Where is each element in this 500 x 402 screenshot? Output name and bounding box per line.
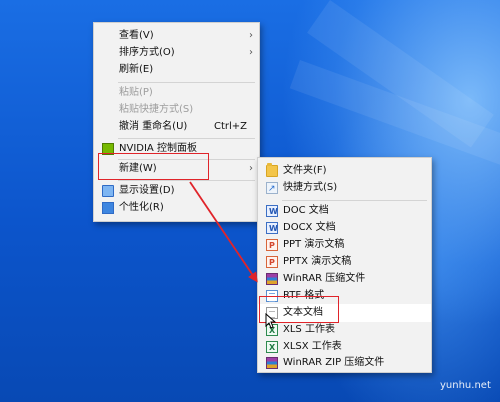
menu-item-label: 排序方式(O) — [119, 47, 175, 58]
chevron-right-icon: › — [249, 47, 253, 58]
menu-item-label: 查看(V) — [119, 30, 154, 41]
docx-icon — [266, 220, 278, 238]
watermark-text: yunhu.net — [440, 380, 491, 391]
chevron-right-icon: › — [249, 163, 253, 174]
menu-separator — [118, 180, 255, 181]
desktop-context-menu: 查看(V) › 排序方式(O) › 刷新(E) 粘贴(P) 粘贴快捷方式(S) … — [93, 22, 260, 222]
menu-item-refresh[interactable]: 刷新(E) — [94, 61, 259, 79]
submenu-item-label: DOCX 文档 — [283, 222, 336, 233]
new-submenu: 文件夹(F) 快捷方式(S) DOC 文档 DOCX 文档 PPT 演示文稿 P… — [257, 157, 432, 373]
doc-icon — [266, 203, 278, 221]
chevron-right-icon: › — [249, 30, 253, 41]
mouse-cursor-icon — [265, 313, 277, 329]
personalize-icon — [102, 202, 114, 214]
menu-item-label: 个性化(R) — [119, 202, 164, 213]
submenu-item-label: WinRAR 压缩文件 — [283, 273, 366, 284]
menu-item-label: 粘贴快捷方式(S) — [119, 104, 194, 115]
winrar-icon — [266, 273, 278, 285]
xlsx-icon — [266, 339, 278, 357]
submenu-item-label: PPT 演示文稿 — [283, 239, 345, 250]
submenu-item-doc[interactable]: DOC 文档 — [258, 202, 431, 221]
submenu-item-winrar-zip[interactable]: WinRAR ZIP 压缩文件 — [258, 354, 431, 372]
pptx-icon — [266, 254, 278, 272]
annotation-highlight-new — [98, 153, 209, 180]
menu-item-shortcut: Ctrl+Z — [213, 121, 247, 132]
submenu-item-pptx[interactable]: PPTX 演示文稿 — [258, 253, 431, 272]
menu-item-sort-by[interactable]: 排序方式(O) › — [94, 44, 259, 62]
menu-item-label: 刷新(E) — [119, 64, 154, 75]
menu-item-label: 显示设置(D) — [119, 185, 175, 196]
menu-item-view[interactable]: 查看(V) › — [94, 27, 259, 45]
submenu-item-label: WinRAR ZIP 压缩文件 — [283, 357, 385, 368]
menu-separator — [118, 138, 255, 139]
submenu-item-docx[interactable]: DOCX 文档 — [258, 219, 431, 238]
submenu-item-label: 快捷方式(S) — [283, 182, 338, 193]
menu-item-paste[interactable]: 粘贴(P) — [94, 84, 259, 102]
menu-item-display-settings[interactable]: 显示设置(D) — [94, 182, 259, 200]
submenu-item-winrar[interactable]: WinRAR 压缩文件 — [258, 270, 431, 288]
submenu-item-xls[interactable]: XLS 工作表 — [258, 321, 431, 340]
submenu-item-label: DOC 文档 — [283, 205, 329, 216]
menu-item-personalize[interactable]: 个性化(R) — [94, 199, 259, 217]
submenu-item-shortcut[interactable]: 快捷方式(S) — [258, 179, 431, 198]
submenu-item-folder[interactable]: 文件夹(F) — [258, 162, 431, 180]
menu-item-undo-rename[interactable]: 撤消 重命名(U) Ctrl+Z — [94, 118, 259, 136]
ppt-icon — [266, 237, 278, 255]
submenu-item-ppt[interactable]: PPT 演示文稿 — [258, 236, 431, 255]
submenu-item-label: PPTX 演示文稿 — [283, 256, 352, 267]
folder-icon — [266, 163, 278, 177]
display-icon — [102, 185, 114, 197]
menu-item-paste-shortcut[interactable]: 粘贴快捷方式(S) — [94, 101, 259, 119]
menu-separator — [282, 200, 427, 201]
winrar-zip-icon — [266, 357, 278, 369]
submenu-item-label: 文件夹(F) — [283, 165, 327, 176]
menu-item-label: 撤消 重命名(U) — [119, 121, 188, 132]
shortcut-icon — [266, 180, 278, 198]
submenu-item-label: XLS 工作表 — [283, 324, 335, 335]
menu-item-label: 粘贴(P) — [119, 87, 153, 98]
menu-separator — [118, 82, 255, 83]
